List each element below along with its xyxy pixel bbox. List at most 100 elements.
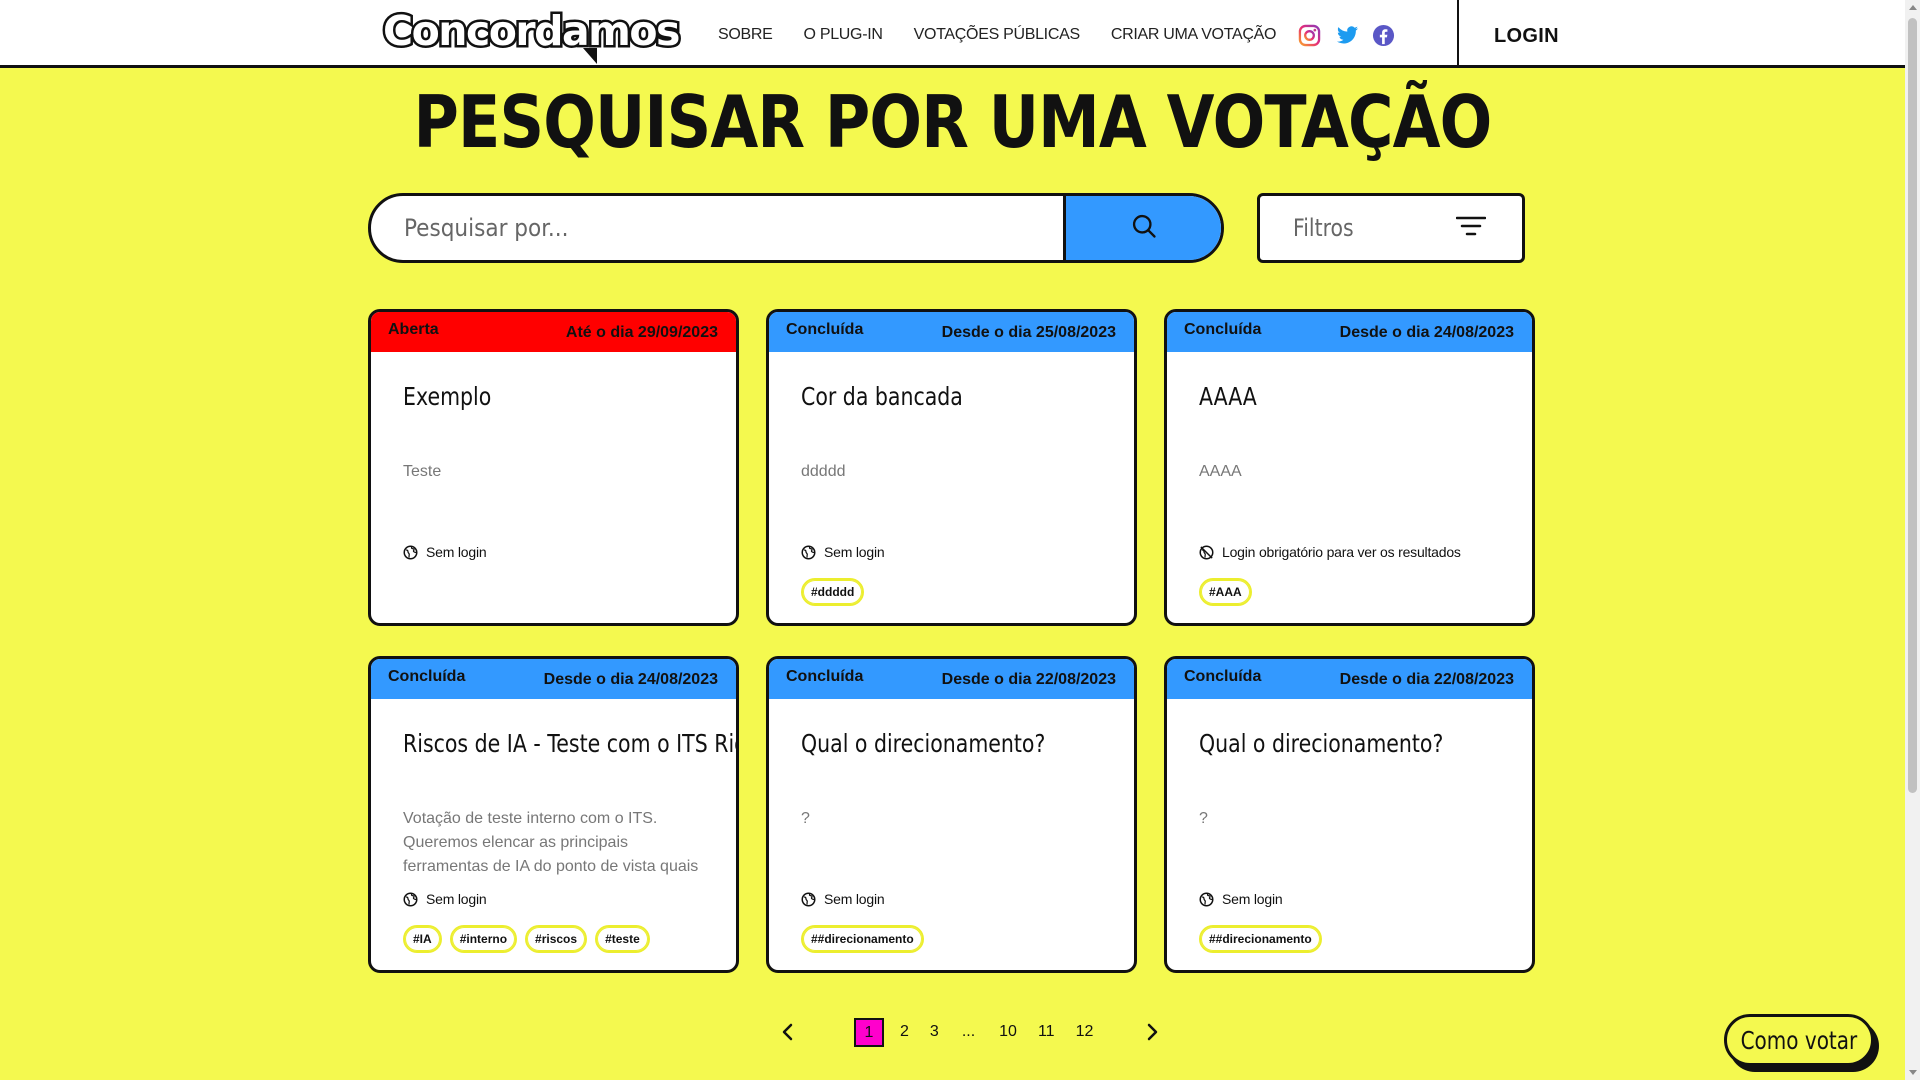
filter-lines-icon	[1455, 215, 1487, 242]
card-tags: ##direcionamento	[1199, 925, 1322, 953]
card-access-text: Sem login	[426, 891, 487, 907]
instagram-icon[interactable]	[1298, 24, 1321, 47]
page-12[interactable]: 12	[1076, 1023, 1094, 1041]
card-access-text: Sem login	[824, 544, 885, 560]
page-1[interactable]: 1	[854, 1017, 884, 1047]
tag-chip[interactable]: ##direcionamento	[801, 925, 924, 953]
card-date: Desde o dia 22/08/2023	[941, 671, 1116, 688]
page-title: PESQUISAR POR UMA VOTAÇÃO	[413, 80, 1493, 164]
login-button[interactable]: LOGIN	[1494, 25, 1559, 48]
filters-button[interactable]: Filtros	[1257, 193, 1525, 263]
next-page-chevron-icon[interactable]	[1140, 1020, 1164, 1044]
scrollbar-thumb[interactable]	[1908, 18, 1917, 793]
search-input[interactable]	[371, 196, 1063, 260]
voting-card-6[interactable]: Concluída Desde o dia 22/08/2023 Qual o …	[1164, 656, 1535, 973]
voting-card-3[interactable]: Concluída Desde o dia 24/08/2023 AAAA AA…	[1164, 309, 1535, 626]
card-access: Sem login	[1199, 891, 1283, 907]
scroll-down-arrow[interactable]	[1909, 1070, 1917, 1075]
page-3[interactable]: 3	[930, 1023, 939, 1041]
how-to-vote-button[interactable]: Como votar	[1724, 1014, 1874, 1066]
card-tags: ##direcionamento	[801, 925, 924, 953]
card-status: Concluída	[786, 321, 864, 338]
scroll-up-arrow[interactable]	[1909, 5, 1917, 10]
tag-chip[interactable]: #ddddd	[801, 578, 865, 606]
voting-card-1[interactable]: Aberta Até o dia 29/09/2023 Exemplo Test…	[368, 309, 739, 626]
card-status-bar: Concluída Desde o dia 24/08/2023	[371, 659, 736, 699]
card-status: Concluída	[786, 668, 864, 685]
pagination: 1 2 3 ... 10 11 12	[776, 1017, 1164, 1047]
social-links	[1298, 24, 1395, 47]
card-date: Desde o dia 25/08/2023	[941, 324, 1116, 341]
card-access: Sem login	[801, 891, 885, 907]
card-access: Sem login	[403, 891, 487, 907]
tag-chip[interactable]: #AAA	[1199, 578, 1252, 606]
filters-label: Filtros	[1293, 214, 1354, 242]
card-status-bar: Concluída Desde o dia 24/08/2023	[1167, 312, 1532, 352]
globe-icon	[1199, 892, 1214, 907]
logo[interactable]: Concordamos	[381, 6, 683, 64]
main-nav: SOBRE O PLUG-IN VOTAÇÕES PÚBLICAS CRIAR …	[718, 26, 1307, 44]
card-access-text: Sem login	[1222, 891, 1283, 907]
card-status: Concluída	[388, 668, 466, 685]
card-title[interactable]: Exemplo	[403, 382, 491, 411]
prev-page-chevron-icon[interactable]	[776, 1020, 800, 1044]
card-status: Aberta	[388, 321, 439, 338]
globe-icon	[801, 545, 816, 560]
card-description: ?	[1199, 810, 1208, 827]
globe-icon	[403, 545, 418, 560]
card-title[interactable]: Qual o direcionamento?	[1199, 729, 1443, 758]
card-tags: #AAA	[1199, 578, 1252, 606]
tag-chip[interactable]: #IA	[403, 925, 442, 953]
tag-chip[interactable]: #riscos	[525, 925, 588, 953]
page-2[interactable]: 2	[900, 1023, 909, 1041]
card-access-text: Sem login	[824, 891, 885, 907]
tag-chip[interactable]: #teste	[595, 925, 650, 953]
voting-card-4[interactable]: Concluída Desde o dia 24/08/2023 Riscos …	[368, 656, 739, 973]
page-scrollbar[interactable]	[1905, 0, 1920, 1080]
logo-speech-tail	[583, 48, 597, 64]
nav-criar-votacao[interactable]: CRIAR UMA VOTAÇÃO	[1111, 26, 1277, 44]
tag-chip[interactable]: #interno	[449, 925, 518, 953]
voting-card-2[interactable]: Concluída Desde o dia 25/08/2023 Cor da …	[766, 309, 1137, 626]
card-access: Login obrigatório para ver os resultados	[1199, 544, 1461, 560]
card-access-text: Login obrigatório para ver os resultados	[1222, 544, 1461, 560]
card-access-text: Sem login	[426, 544, 487, 560]
site-header: Concordamos SOBRE O PLUG-IN VOTAÇÕES PÚB…	[0, 0, 1905, 68]
card-tags: #ddddd	[801, 578, 865, 606]
card-status-bar: Concluída Desde o dia 22/08/2023	[769, 659, 1134, 699]
header-divider	[1457, 0, 1459, 68]
globe-icon	[801, 892, 816, 907]
search-bar	[368, 193, 1224, 263]
card-title[interactable]: Riscos de IA - Teste com o ITS Rio	[403, 729, 736, 758]
search-button[interactable]	[1063, 196, 1221, 260]
card-title[interactable]: Cor da bancada	[801, 382, 963, 411]
card-status: Concluída	[1184, 321, 1262, 338]
card-status: Concluída	[1184, 668, 1262, 685]
facebook-icon[interactable]	[1372, 24, 1395, 47]
card-description: Teste	[403, 463, 442, 480]
nav-sobre[interactable]: SOBRE	[718, 26, 773, 44]
card-description: ?	[801, 810, 810, 827]
card-description: AAAA	[1199, 463, 1242, 480]
card-date: Desde o dia 24/08/2023	[543, 671, 718, 688]
nav-votacoes-publicas[interactable]: VOTAÇÕES PÚBLICAS	[914, 26, 1081, 44]
how-to-vote-label: Como votar	[1740, 1025, 1858, 1055]
card-access: Sem login	[801, 544, 885, 560]
search-icon	[1130, 212, 1158, 245]
card-title[interactable]: AAAA	[1199, 382, 1257, 411]
voting-card-5[interactable]: Concluída Desde o dia 22/08/2023 Qual o …	[766, 656, 1137, 973]
twitter-icon[interactable]	[1335, 24, 1359, 47]
card-tags: #IA #interno #riscos #teste	[403, 925, 650, 953]
card-title[interactable]: Qual o direcionamento?	[801, 729, 1045, 758]
globe-off-icon	[1199, 545, 1214, 560]
tag-chip[interactable]: ##direcionamento	[1199, 925, 1322, 953]
globe-icon	[403, 892, 418, 907]
card-description: ddddd	[801, 463, 846, 480]
page-10[interactable]: 10	[999, 1023, 1017, 1041]
page-ellipsis: ...	[961, 1023, 976, 1040]
card-status-bar: Aberta Até o dia 29/09/2023	[371, 312, 736, 352]
card-date: Desde o dia 22/08/2023	[1339, 671, 1514, 688]
page-11[interactable]: 11	[1038, 1023, 1055, 1041]
nav-plugin[interactable]: O PLUG-IN	[804, 26, 883, 44]
card-status-bar: Concluída Desde o dia 25/08/2023	[769, 312, 1134, 352]
